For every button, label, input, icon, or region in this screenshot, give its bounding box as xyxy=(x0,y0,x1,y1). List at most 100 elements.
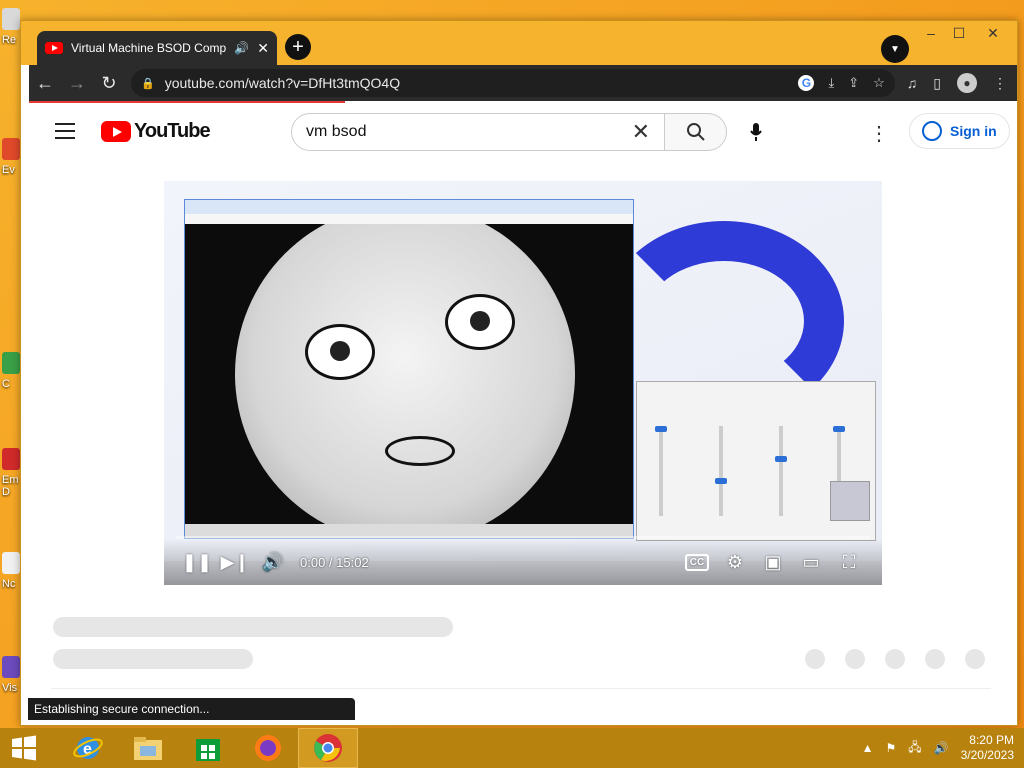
player-controls: ❚❚ ▶❙ 🔊 0:00 / 15:02 CC ⚙ ▣ ▭ ⛶ xyxy=(164,539,882,585)
miniplayer-button[interactable]: ▣ xyxy=(754,546,792,578)
bookmark-star-icon[interactable]: ☆ xyxy=(873,75,885,91)
taskbar-internet-explorer[interactable]: e xyxy=(58,728,118,768)
vm-thumbnail xyxy=(830,481,870,521)
title-skeleton xyxy=(53,617,453,637)
vm-window-frame xyxy=(184,199,634,539)
windows-logo-icon xyxy=(12,735,36,761)
content-divider xyxy=(51,688,991,689)
app-icon xyxy=(2,552,20,574)
captions-button[interactable]: CC xyxy=(678,546,716,578)
taskbar-file-explorer[interactable] xyxy=(118,728,178,768)
profile-avatar-icon[interactable]: ● xyxy=(957,73,977,93)
install-app-icon[interactable]: ⤓ xyxy=(828,75,834,91)
youtube-logo[interactable]: YouTube xyxy=(101,119,211,143)
chrome-icon xyxy=(314,734,342,762)
store-icon xyxy=(196,739,220,761)
tab-title: Virtual Machine BSOD Comp xyxy=(71,41,227,55)
channel-skeleton xyxy=(53,649,253,669)
firefox-icon xyxy=(255,735,281,761)
face-image xyxy=(235,224,575,524)
hamburger-menu-icon[interactable] xyxy=(45,111,85,151)
desktop-icon-label: Vis xyxy=(2,682,18,694)
show-hidden-icons-icon[interactable]: ▲ xyxy=(862,741,874,755)
address-url[interactable]: youtube.com/watch?v=DfHt3tmQO4Q xyxy=(165,75,799,91)
volume-icon[interactable]: 🔊 xyxy=(934,741,949,755)
taskbar-store[interactable] xyxy=(178,728,238,768)
browser-window: Virtual Machine BSOD Comp 🔊 ✕ + ▼ – ☐ ✕ … xyxy=(20,20,1018,726)
user-icon xyxy=(922,121,942,141)
tab-search-button[interactable]: ▼ xyxy=(881,35,909,63)
next-button[interactable]: ▶❙ xyxy=(216,546,254,578)
browser-toolbar: ← → ↻ 🔒 youtube.com/watch?v=DfHt3tmQO4Q … xyxy=(29,65,1017,101)
search-query[interactable]: vm bsod xyxy=(306,123,632,141)
start-button[interactable] xyxy=(0,728,48,768)
maximize-button[interactable]: ☐ xyxy=(941,21,977,45)
recycle-bin-icon xyxy=(2,8,20,30)
action-skeleton xyxy=(805,649,825,669)
vm-titlebar xyxy=(185,200,633,214)
chrome-menu-icon[interactable]: ⋮ xyxy=(993,75,1007,92)
clock[interactable]: 8:20 PM 3/20/2023 xyxy=(961,733,1014,763)
clock-date: 3/20/2023 xyxy=(960,748,1014,762)
pause-button[interactable]: ❚❚ xyxy=(178,546,216,578)
forward-button[interactable]: → xyxy=(61,67,93,99)
app-icon xyxy=(2,352,20,374)
app-icon xyxy=(2,656,20,678)
vm-screen xyxy=(185,224,633,524)
new-tab-button[interactable]: + xyxy=(285,34,311,60)
sign-in-button[interactable]: Sign in xyxy=(909,113,1010,149)
app-icon xyxy=(2,448,20,470)
google-lens-icon[interactable]: G xyxy=(798,75,815,91)
desktop-icon-label: Re xyxy=(2,34,17,46)
reload-button[interactable]: ↻ xyxy=(93,67,125,99)
time-display: 0:00 / 15:02 xyxy=(300,554,369,570)
desktop-icon-label: C xyxy=(2,378,10,390)
settings-gear-icon[interactable]: ⚙ xyxy=(716,546,754,578)
site-info-icon[interactable]: 🔒 xyxy=(141,77,155,90)
voice-search-icon[interactable] xyxy=(745,121,767,143)
taskbar: e ▲ ⚑ 🖧 🔊 8:20 PM 3/20/2023 xyxy=(0,728,1024,768)
search-button[interactable] xyxy=(665,113,727,151)
speaker-icon[interactable]: 🔊 xyxy=(234,41,249,55)
theater-mode-button[interactable]: ▭ xyxy=(792,546,830,578)
volume-button[interactable]: 🔊 xyxy=(254,546,292,578)
taskbar-firefox[interactable] xyxy=(238,728,298,768)
network-icon[interactable]: 🖧 xyxy=(908,738,921,759)
tab-active[interactable]: Virtual Machine BSOD Comp 🔊 ✕ xyxy=(37,31,277,65)
action-skeleton xyxy=(885,649,905,669)
cc-icon: CC xyxy=(684,553,710,571)
back-button[interactable]: ← xyxy=(29,67,61,99)
action-skeleton xyxy=(925,649,945,669)
settings-menu-icon[interactable]: ⋮ xyxy=(869,121,889,146)
app-icon xyxy=(2,138,20,160)
vm-menubar xyxy=(185,214,633,224)
folder-icon xyxy=(134,737,162,760)
clock-time: 8:20 PM xyxy=(969,733,1014,747)
system-tray: ▲ ⚑ 🖧 🔊 8:20 PM 3/20/2023 xyxy=(862,728,1024,768)
taskbar-chrome[interactable] xyxy=(298,728,358,768)
side-panel-icon[interactable]: ▯ xyxy=(933,75,941,92)
tab-close-button[interactable]: ✕ xyxy=(257,40,269,57)
fullscreen-button[interactable]: ⛶ xyxy=(830,546,868,578)
media-controls-icon[interactable]: ♫ xyxy=(907,75,918,91)
clear-search-icon[interactable]: ✕ xyxy=(632,119,650,145)
desktop-icon-label: Ev xyxy=(2,164,15,176)
video-frame xyxy=(164,181,882,585)
youtube-favicon-icon xyxy=(45,42,63,54)
search-input[interactable]: vm bsod ✕ xyxy=(291,113,665,151)
sign-in-label: Sign in xyxy=(950,123,997,139)
status-bubble: Establishing secure connection... xyxy=(28,698,355,720)
address-bar[interactable]: 🔒 youtube.com/watch?v=DfHt3tmQO4Q G ⤓ ⇪ … xyxy=(131,69,895,97)
close-button[interactable]: ✕ xyxy=(975,21,1011,45)
search-icon xyxy=(686,123,705,141)
internet-explorer-icon: e xyxy=(73,737,103,759)
action-skeleton xyxy=(845,649,865,669)
action-skeleton xyxy=(965,649,985,669)
youtube-logo-text: YouTube xyxy=(134,119,211,142)
share-icon[interactable]: ⇪ xyxy=(848,75,859,91)
youtube-logo-icon xyxy=(101,120,131,142)
flag-icon[interactable]: ⚑ xyxy=(886,741,897,755)
desktop-icon-label: Em D xyxy=(2,474,19,498)
video-player[interactable]: ❚❚ ▶❙ 🔊 0:00 / 15:02 CC ⚙ ▣ ▭ ⛶ xyxy=(164,181,882,585)
youtube-header: YouTube vm bsod ✕ ⋮ Sign in xyxy=(29,103,1017,159)
